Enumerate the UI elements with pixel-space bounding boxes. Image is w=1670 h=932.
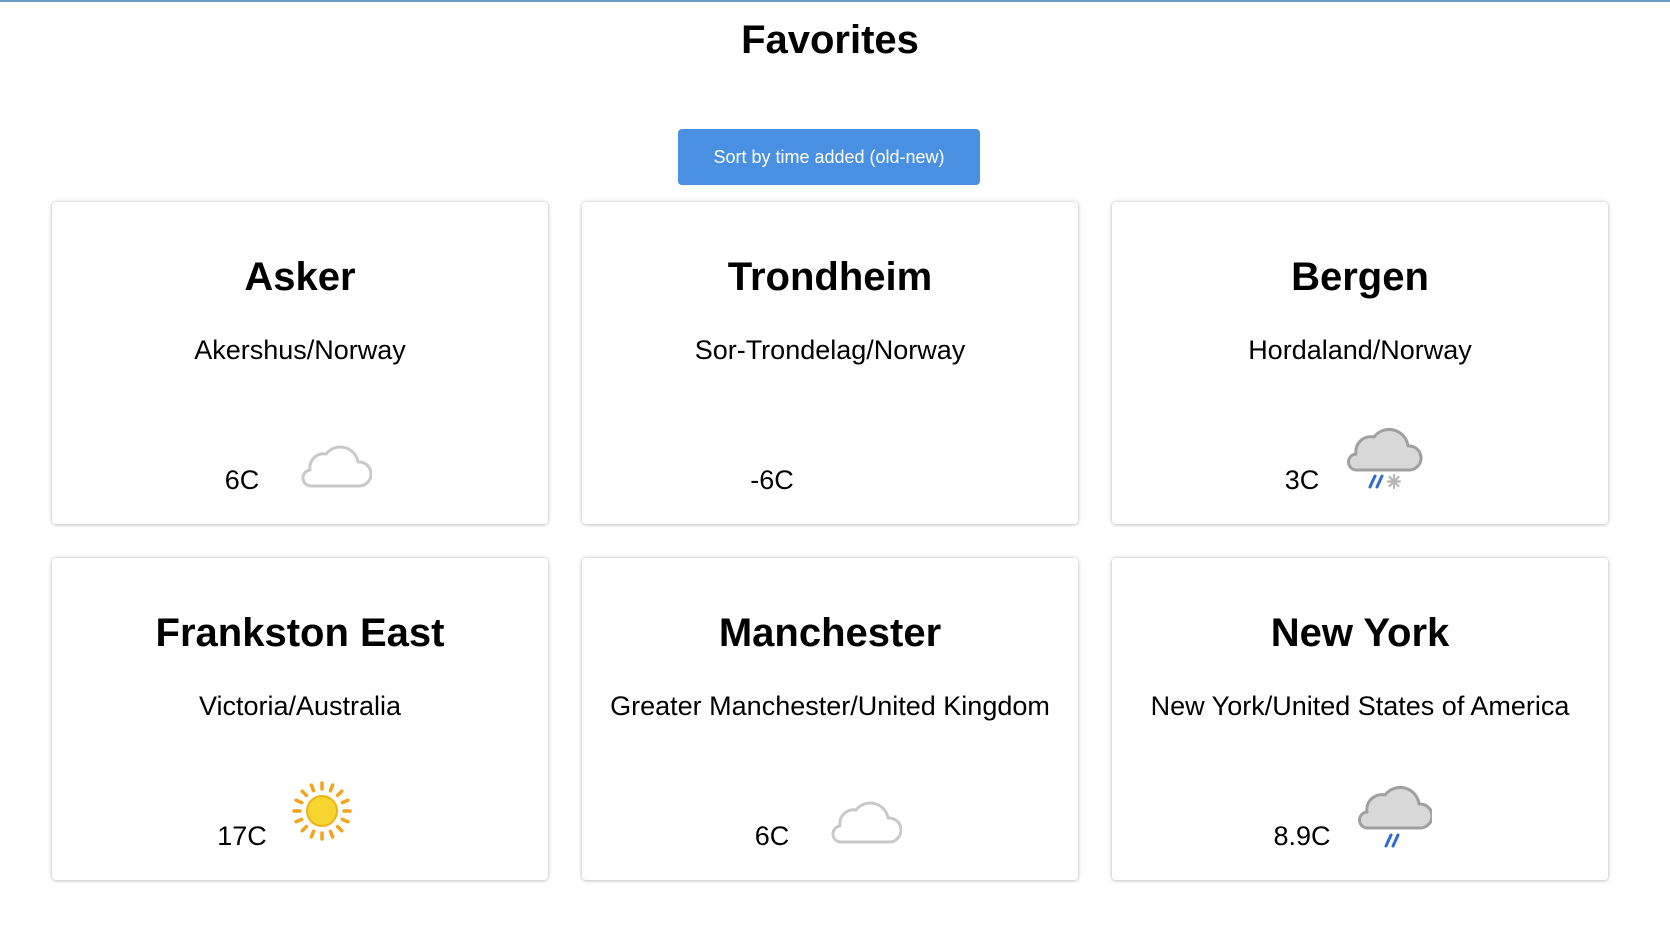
- moon-cloud-icon: [802, 748, 902, 858]
- city-region: Hordaland/Norway: [1248, 335, 1472, 365]
- city-name: Bergen: [1291, 255, 1429, 299]
- city-name: Trondheim: [727, 255, 933, 299]
- rain-cloud-icon: [1332, 748, 1432, 858]
- city-name: Asker: [244, 255, 356, 299]
- city-region: Greater Manchester/United Kingdom: [610, 691, 1050, 721]
- top-border: [0, 0, 1670, 2]
- page-title: Favorites: [741, 18, 919, 62]
- moon-icon: [802, 392, 902, 502]
- city-name: New York: [1270, 611, 1450, 655]
- favorite-card-trondheim[interactable]: Trondheim Sor-Trondelag/Norway -6C: [582, 202, 1078, 524]
- city-name: Manchester: [718, 611, 942, 655]
- city-name: Frankston East: [155, 611, 445, 655]
- favorite-card-frankston-east[interactable]: Frankston East Victoria/Australia 17C: [52, 558, 548, 880]
- favorite-card-manchester[interactable]: Manchester Greater Manchester/United Kin…: [582, 558, 1078, 880]
- favorites-grid: Asker Akershus/Norway 6C Trondheim Sor-T…: [52, 202, 1608, 880]
- city-region: Sor-Trondelag/Norway: [694, 335, 966, 365]
- sort-button[interactable]: Sort by time added (old-new): [678, 129, 980, 185]
- city-region: Victoria/Australia: [198, 691, 402, 721]
- favorite-card-asker[interactable]: Asker Akershus/Norway 6C: [52, 202, 548, 524]
- city-region: Akershus/Norway: [194, 335, 406, 365]
- favorite-card-new-york[interactable]: New York New York/United States of Ameri…: [1112, 558, 1608, 880]
- sleet-cloud-icon: [1332, 392, 1432, 502]
- city-region: New York/United States of America: [1150, 691, 1570, 721]
- sun-icon: [272, 748, 372, 858]
- favorite-card-bergen[interactable]: Bergen Hordaland/Norway 3C: [1112, 202, 1608, 524]
- moon-cloud-icon: [272, 392, 372, 502]
